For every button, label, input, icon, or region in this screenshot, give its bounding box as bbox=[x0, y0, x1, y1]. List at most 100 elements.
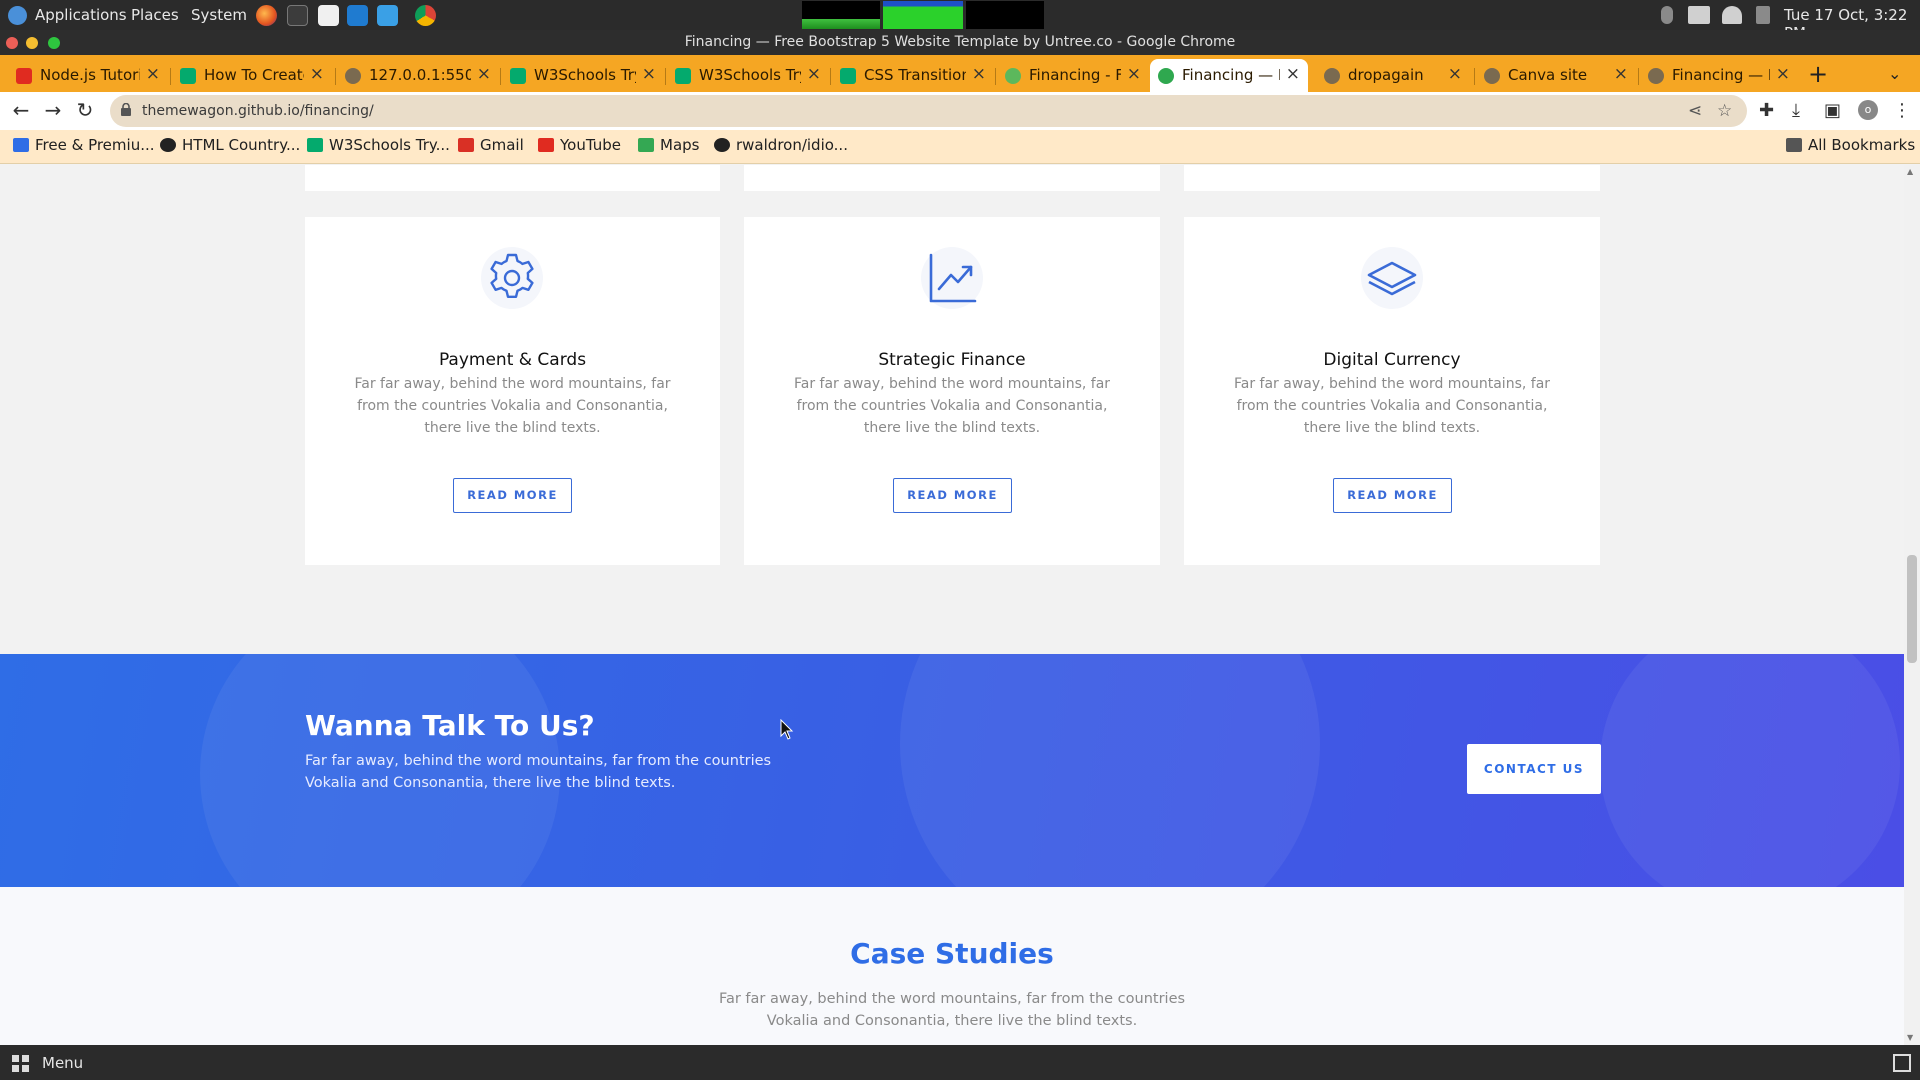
service-card-previous bbox=[1184, 165, 1600, 191]
tab-localhost[interactable]: 127.0.0.1:5500 × bbox=[337, 59, 499, 92]
tab-dropagain[interactable]: dropagain × bbox=[1316, 59, 1470, 92]
tab-w3schools-try-2[interactable]: W3Schools Try × bbox=[667, 59, 829, 92]
battery-icon[interactable] bbox=[1756, 6, 1770, 24]
address-bar[interactable]: themewagon.github.io/financing/ ⋖ ☆ bbox=[110, 95, 1747, 127]
tab-financing-1[interactable]: Financing - Fr × bbox=[997, 59, 1149, 92]
close-icon[interactable]: × bbox=[1448, 64, 1462, 84]
volume-icon[interactable] bbox=[1688, 6, 1710, 24]
close-icon[interactable]: × bbox=[1286, 64, 1300, 84]
firefox-launcher-icon[interactable] bbox=[256, 5, 277, 26]
share-icon[interactable]: ⋖ bbox=[1688, 101, 1702, 121]
window-titlebar: Financing — Free Bootstrap 5 Website Tem… bbox=[0, 30, 1920, 55]
kebab-menu-icon[interactable]: ⋮ bbox=[1893, 100, 1911, 121]
card-title: Digital Currency bbox=[1323, 350, 1461, 370]
close-icon[interactable]: × bbox=[807, 64, 821, 84]
side-panel-icon[interactable]: ▣ bbox=[1824, 100, 1841, 121]
applications-menu[interactable]: Applications bbox=[35, 6, 127, 24]
case-studies-section: Case Studies Far far away, behind the wo… bbox=[0, 887, 1904, 1045]
new-tab-button[interactable]: + bbox=[1808, 60, 1828, 88]
distro-logo-icon[interactable] bbox=[8, 6, 27, 25]
menu-grid-icon[interactable] bbox=[12, 1055, 30, 1073]
leaf-icon bbox=[1158, 68, 1174, 84]
bookmark-label: HTML Country... bbox=[182, 136, 301, 154]
bookmark-star-icon[interactable]: ☆ bbox=[1717, 101, 1732, 121]
tab-w3schools-try-1[interactable]: W3Schools Try × bbox=[502, 59, 664, 92]
menu-button[interactable]: Menu bbox=[42, 1054, 83, 1072]
bookmark-free-premium[interactable]: Free & Premiu... bbox=[13, 136, 155, 154]
bookmarks-bar: Free & Premiu... HTML Country... W3Schoo… bbox=[0, 130, 1920, 164]
read-more-button[interactable]: READ MORE bbox=[893, 478, 1012, 513]
read-more-button[interactable]: READ MORE bbox=[453, 478, 572, 513]
folder-icon bbox=[1786, 138, 1802, 152]
w3schools-icon bbox=[840, 68, 856, 84]
system-menu[interactable]: System bbox=[191, 6, 247, 24]
close-icon[interactable]: × bbox=[1127, 64, 1141, 84]
service-card-payment: Payment & Cards Far far away, behind the… bbox=[305, 217, 720, 565]
vscode-launcher-icon[interactable] bbox=[347, 5, 368, 26]
tab-divider bbox=[830, 68, 831, 85]
close-icon[interactable]: × bbox=[1776, 64, 1790, 84]
extensions-puzzle-icon[interactable]: ✚ bbox=[1759, 100, 1774, 121]
w3schools-icon bbox=[675, 68, 691, 84]
section-title: Case Studies bbox=[850, 937, 1054, 970]
tab-title: W3Schools Try bbox=[699, 66, 801, 84]
download-icon[interactable]: ⤓ bbox=[1792, 100, 1800, 121]
close-icon[interactable]: × bbox=[146, 64, 160, 84]
scroll-down-arrow-icon[interactable]: ▼ bbox=[1907, 1033, 1913, 1042]
tab-nodejs-tutorial[interactable]: Node.js Tutori × bbox=[8, 59, 168, 92]
scrollbar-thumb[interactable] bbox=[1907, 555, 1917, 663]
scroll-up-arrow-icon[interactable]: ▲ bbox=[1907, 167, 1913, 176]
page-viewport[interactable]: Payment & Cards Far far away, behind the… bbox=[0, 165, 1920, 1045]
close-icon[interactable]: × bbox=[972, 64, 986, 84]
tab-search-chevron-icon[interactable]: ⌄ bbox=[1888, 64, 1901, 83]
card-title: Payment & Cards bbox=[438, 350, 587, 370]
memory-monitor-graph bbox=[883, 1, 963, 29]
tab-title: dropagain bbox=[1348, 66, 1424, 84]
tab-financing-2[interactable]: Financing — F × bbox=[1640, 59, 1798, 92]
cta-heading: Wanna Talk To Us? bbox=[305, 709, 595, 742]
bookmark-html-country[interactable]: HTML Country... bbox=[160, 136, 300, 154]
bluetooth-icon[interactable] bbox=[1661, 6, 1673, 24]
tab-css-transition[interactable]: CSS Transition × bbox=[832, 59, 994, 92]
cta-description: Far far away, behind the word mountains,… bbox=[305, 753, 772, 791]
all-bookmarks-button[interactable]: All Bookmarks bbox=[1786, 136, 1915, 154]
close-icon[interactable]: × bbox=[310, 64, 324, 84]
bookmark-label: W3Schools Try... bbox=[329, 136, 450, 154]
back-button[interactable]: ← bbox=[8, 98, 34, 122]
text-editor-launcher-icon[interactable] bbox=[318, 5, 339, 26]
close-icon[interactable]: × bbox=[477, 64, 491, 84]
terminal-launcher-icon[interactable] bbox=[287, 5, 308, 26]
chart-line-icon bbox=[921, 247, 983, 309]
tab-title: W3Schools Try bbox=[534, 66, 636, 84]
cloud-launcher-icon[interactable] bbox=[377, 5, 398, 26]
bookmark-gmail[interactable]: Gmail bbox=[458, 136, 524, 154]
layers-icon bbox=[1361, 247, 1423, 309]
profile-avatar[interactable]: o bbox=[1858, 100, 1878, 120]
service-card-previous bbox=[305, 165, 720, 191]
forward-button[interactable]: → bbox=[40, 98, 66, 122]
bookmark-rwaldron[interactable]: rwaldron/idio... bbox=[714, 136, 848, 154]
tab-canva-site[interactable]: Canva site × bbox=[1476, 59, 1636, 92]
wifi-icon[interactable] bbox=[1722, 6, 1742, 24]
bookmark-youtube[interactable]: YouTube bbox=[538, 136, 621, 154]
close-icon[interactable]: × bbox=[642, 64, 656, 84]
read-more-button[interactable]: READ MORE bbox=[1333, 478, 1452, 513]
tab-financing-active[interactable]: Financing — F × bbox=[1150, 59, 1308, 92]
cpu-monitor-graph bbox=[802, 1, 880, 29]
contact-us-button[interactable]: CONTACT US bbox=[1467, 744, 1601, 794]
tab-title: Financing — F bbox=[1182, 66, 1280, 84]
tab-divider bbox=[1638, 68, 1639, 85]
background-image-overlay bbox=[900, 654, 1320, 887]
bookmark-maps[interactable]: Maps bbox=[638, 136, 699, 154]
bookmark-w3schools-try[interactable]: W3Schools Try... bbox=[307, 136, 450, 154]
tab-how-to-create[interactable]: How To Create × bbox=[172, 59, 332, 92]
chrome-launcher-icon[interactable] bbox=[415, 5, 436, 26]
places-menu[interactable]: Places bbox=[131, 6, 179, 24]
tab-divider bbox=[995, 68, 996, 85]
url-text[interactable]: themewagon.github.io/financing/ bbox=[142, 103, 374, 119]
close-icon[interactable]: × bbox=[1614, 64, 1628, 84]
page-scrollbar[interactable]: ▲ ▼ bbox=[1904, 165, 1920, 1045]
card-description: Far far away, behind the word mountains,… bbox=[354, 376, 671, 436]
reload-button[interactable]: ↻ bbox=[72, 98, 98, 122]
show-desktop-icon[interactable] bbox=[1893, 1054, 1911, 1072]
